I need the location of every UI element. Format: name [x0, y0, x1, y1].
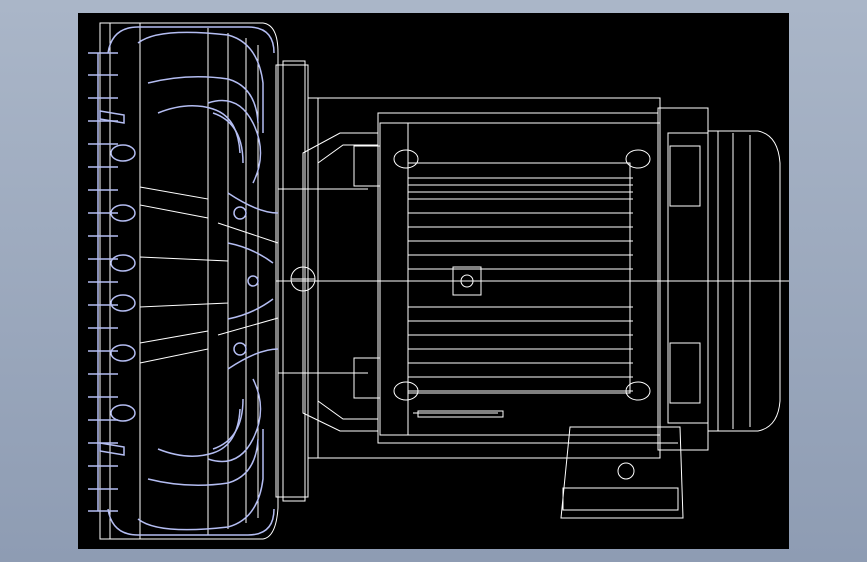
blower-wireframe-drawing	[88, 22, 789, 540]
motor-assembly	[99, 22, 789, 540]
blower-housing-outline	[99, 22, 279, 540]
mounting-foot	[560, 426, 684, 519]
cad-viewport[interactable]	[78, 13, 789, 549]
motor-body	[379, 122, 661, 436]
impeller-channels	[88, 26, 279, 536]
cooling-fins	[408, 177, 633, 392]
